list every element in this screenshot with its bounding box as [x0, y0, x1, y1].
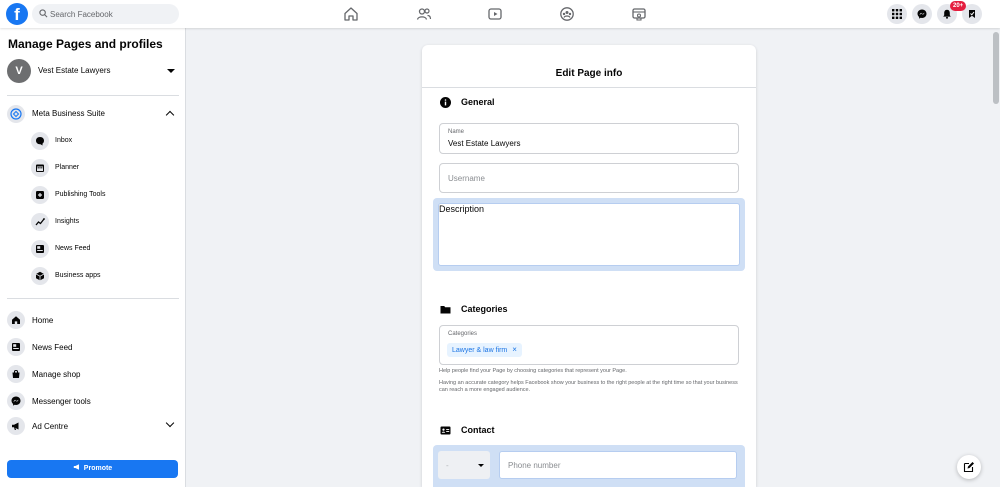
sidebar-item-inbox[interactable]: Inbox	[31, 132, 179, 150]
sidebar: Manage Pages and profiles V Vest Estate …	[0, 28, 186, 487]
sidebar-item-messenger-tools[interactable]: Messenger tools	[7, 392, 179, 410]
sidebar-item-ad-centre[interactable]: Ad Centre	[7, 417, 179, 435]
meta-business-suite-toggle[interactable]: Meta Business Suite	[7, 105, 179, 123]
sidebar-item-publishing-tools[interactable]: Publishing Tools	[31, 186, 179, 204]
page-selector[interactable]: V Vest Estate Lawyers	[7, 59, 179, 85]
sidebar-item-label: Publishing Tools	[55, 191, 106, 198]
sidebar-item-label: Inbox	[55, 137, 73, 144]
remove-chip-icon[interactable]: ×	[512, 345, 517, 354]
modal-title: Edit Page info	[555, 68, 623, 79]
caret-down-icon	[167, 69, 175, 73]
caret-down-icon	[478, 464, 484, 467]
chat-icon	[31, 132, 49, 150]
description-focus-ring: Description	[433, 198, 745, 271]
cube-icon	[31, 267, 49, 285]
meta-business-suite-icon	[7, 105, 25, 123]
notification-badge: 20+	[950, 1, 967, 11]
page-scrollbar[interactable]	[992, 28, 1000, 487]
categories-field[interactable]: Categories Lawyer & law firm ×	[439, 325, 739, 365]
phone-number-field[interactable]: Phone number	[499, 451, 737, 479]
megaphone-icon	[7, 417, 25, 435]
sidebar-item-label: Business apps	[55, 272, 101, 279]
top-bar: f 20+	[0, 0, 1000, 28]
sidebar-item-planner[interactable]: Planner	[31, 159, 179, 177]
newsfeed-icon	[31, 240, 49, 258]
messenger-icon[interactable]	[912, 4, 932, 24]
country-code-value: -	[446, 461, 449, 470]
menu-grid-icon[interactable]	[887, 4, 907, 24]
search-icon	[39, 9, 48, 18]
sidebar-divider	[7, 298, 179, 299]
scrollbar-thumb[interactable]	[993, 32, 999, 104]
section-heading: Contact	[461, 425, 495, 435]
sidebar-item-label: News Feed	[32, 343, 73, 352]
field-label: Categories	[448, 331, 478, 337]
sidebar-item-business-apps[interactable]: Business apps	[31, 267, 179, 285]
sidebar-divider	[7, 95, 179, 96]
publishing-icon	[31, 186, 49, 204]
section-heading: General	[461, 97, 495, 107]
category-chip[interactable]: Lawyer & law firm ×	[447, 343, 522, 357]
name-field[interactable]: Name Vest Estate Lawyers	[439, 123, 739, 154]
promote-button[interactable]: Promote	[7, 460, 178, 478]
chevron-down-icon	[165, 418, 175, 428]
section-heading: Categories	[461, 304, 508, 314]
country-code-select[interactable]: -	[438, 451, 490, 479]
sidebar-item-label: Home	[32, 316, 54, 325]
friends-icon[interactable]	[416, 6, 432, 22]
sidebar-item-label: Insights	[55, 218, 80, 225]
sidebar-item-news-feed-main[interactable]: News Feed	[7, 338, 179, 356]
sidebar-item-label: Planner	[55, 164, 80, 171]
shop-icon	[7, 365, 25, 383]
username-field[interactable]: Username	[439, 163, 739, 193]
sidebar-item-label: Ad Centre	[32, 422, 69, 431]
categories-help-text: Help people find your Page by choosing c…	[439, 368, 627, 374]
categories-help-text-2: Having an accurate category helps Facebo…	[439, 380, 738, 393]
chevron-up-icon	[165, 110, 175, 120]
sidebar-title: Manage Pages and profiles	[8, 37, 163, 51]
description-field[interactable]: Description	[438, 203, 740, 266]
meta-business-suite-label: Meta Business Suite	[32, 109, 105, 118]
newsfeed-icon	[7, 338, 25, 356]
description-placeholder: Description	[439, 204, 485, 214]
contact-card-icon	[440, 426, 451, 435]
megaphone-icon	[73, 464, 79, 470]
home-icon	[7, 311, 25, 329]
page-avatar: V	[7, 59, 31, 83]
field-label: Name	[448, 129, 465, 135]
sidebar-item-label: Manage shop	[32, 370, 81, 379]
gaming-icon[interactable]	[631, 6, 647, 22]
search-box[interactable]	[32, 4, 179, 24]
calendar-icon	[31, 159, 49, 177]
phone-number-placeholder: Phone number	[508, 461, 561, 470]
edit-page-info-panel: Edit Page info General Name Vest Estate …	[422, 45, 756, 487]
sidebar-item-news-feed[interactable]: News Feed	[31, 240, 179, 258]
modal-divider	[422, 87, 756, 88]
messenger-icon	[7, 392, 25, 410]
sidebar-item-home[interactable]: Home	[7, 311, 179, 329]
username-placeholder: Username	[448, 174, 485, 183]
sidebar-item-label: News Feed	[55, 245, 91, 252]
sidebar-item-manage-shop[interactable]: Manage shop	[7, 365, 179, 383]
promote-label: Promote	[83, 465, 113, 472]
folder-icon	[440, 306, 451, 314]
category-chip-label: Lawyer & law firm	[452, 347, 508, 354]
home-icon[interactable]	[343, 6, 359, 22]
sidebar-item-label: Messenger tools	[32, 397, 91, 406]
page-name: Vest Estate Lawyers	[38, 66, 111, 75]
groups-icon[interactable]	[559, 6, 575, 22]
watch-icon[interactable]	[487, 6, 503, 22]
info-icon	[440, 97, 451, 108]
name-value: Vest Estate Lawyers	[448, 139, 521, 148]
search-input[interactable]	[50, 4, 175, 24]
facebook-logo[interactable]: f	[6, 3, 28, 25]
insights-icon	[31, 213, 49, 231]
compose-icon	[963, 462, 974, 473]
sidebar-item-insights[interactable]: Insights	[31, 213, 179, 231]
compose-button[interactable]	[957, 455, 981, 479]
phone-focus-ring: - Phone number	[433, 445, 745, 487]
